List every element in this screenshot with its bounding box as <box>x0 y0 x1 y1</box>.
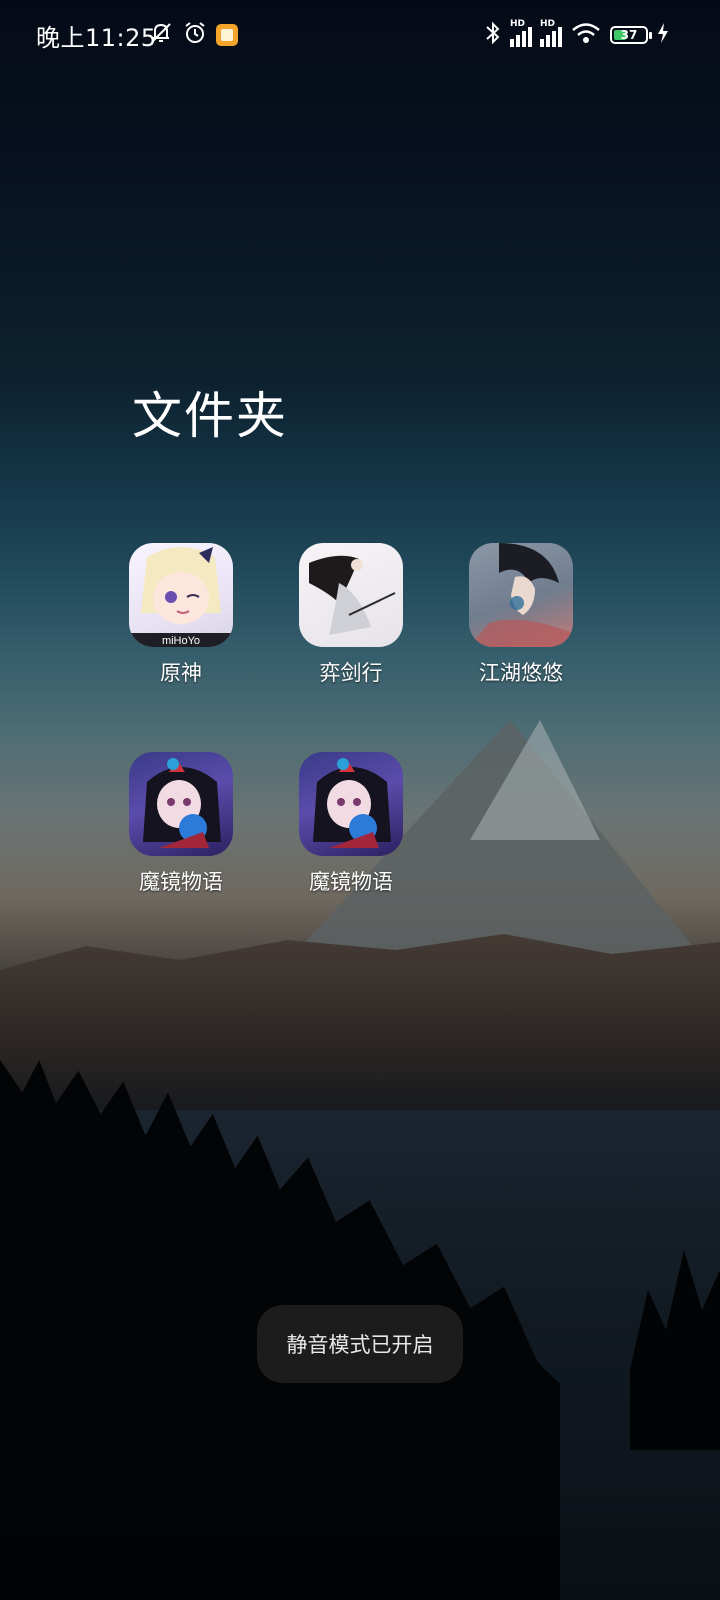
charging-icon <box>656 20 670 50</box>
wifi-icon <box>570 20 602 50</box>
toast-message: 静音模式已开启 <box>286 1333 434 1357</box>
status-right-icons: HD HD 37 <box>484 19 670 50</box>
signal-hd-1-icon: HD <box>510 19 532 47</box>
yijianxing-app-icon <box>299 543 403 647</box>
svg-text:miHoYo: miHoYo <box>162 635 200 647</box>
battery-percentage: 37 <box>620 28 638 42</box>
app-mojingwuyu-1[interactable]: 魔镜物语 <box>106 752 256 896</box>
status-bar: 晚上11:25 HD HD 37 <box>0 0 720 70</box>
notification-app-icon <box>216 24 238 46</box>
wallpaper-hills <box>0 934 720 1130</box>
battery-icon: 37 <box>610 26 652 44</box>
bell-off-icon <box>148 20 174 50</box>
alarm-icon <box>182 20 208 50</box>
app-label: 魔镜物语 <box>139 870 223 894</box>
mojingwuyu-app-icon <box>129 752 233 856</box>
app-jianghuyouyou[interactable]: 江湖悠悠 <box>446 543 596 687</box>
signal-hd-2-icon: HD <box>540 19 562 47</box>
bluetooth-icon <box>484 20 502 50</box>
app-label: 原神 <box>160 661 202 685</box>
jianghuyouyou-app-icon <box>469 543 573 647</box>
app-label: 江湖悠悠 <box>479 661 563 685</box>
status-left-icons <box>148 20 238 50</box>
app-label: 魔镜物语 <box>309 870 393 894</box>
folder-title: 文件夹 <box>132 387 288 445</box>
status-time: 晚上11:25 <box>36 24 157 52</box>
app-yuanshen[interactable]: miHoYo 原神 <box>106 543 256 687</box>
yuanshen-app-icon: miHoYo <box>129 543 233 647</box>
app-label: 弈剑行 <box>319 661 383 685</box>
home-screen: 晚上11:25 HD HD 37 文件夹 miHoYo 原神 弈剑行 江湖悠悠 … <box>0 0 720 1600</box>
app-yijianxing[interactable]: 弈剑行 <box>276 543 426 687</box>
mojingwuyu-app-icon <box>299 752 403 856</box>
app-mojingwuyu-2[interactable]: 魔镜物语 <box>276 752 426 896</box>
wallpaper-snow-peak <box>470 720 600 840</box>
silent-mode-toast: 静音模式已开启 <box>257 1305 463 1383</box>
